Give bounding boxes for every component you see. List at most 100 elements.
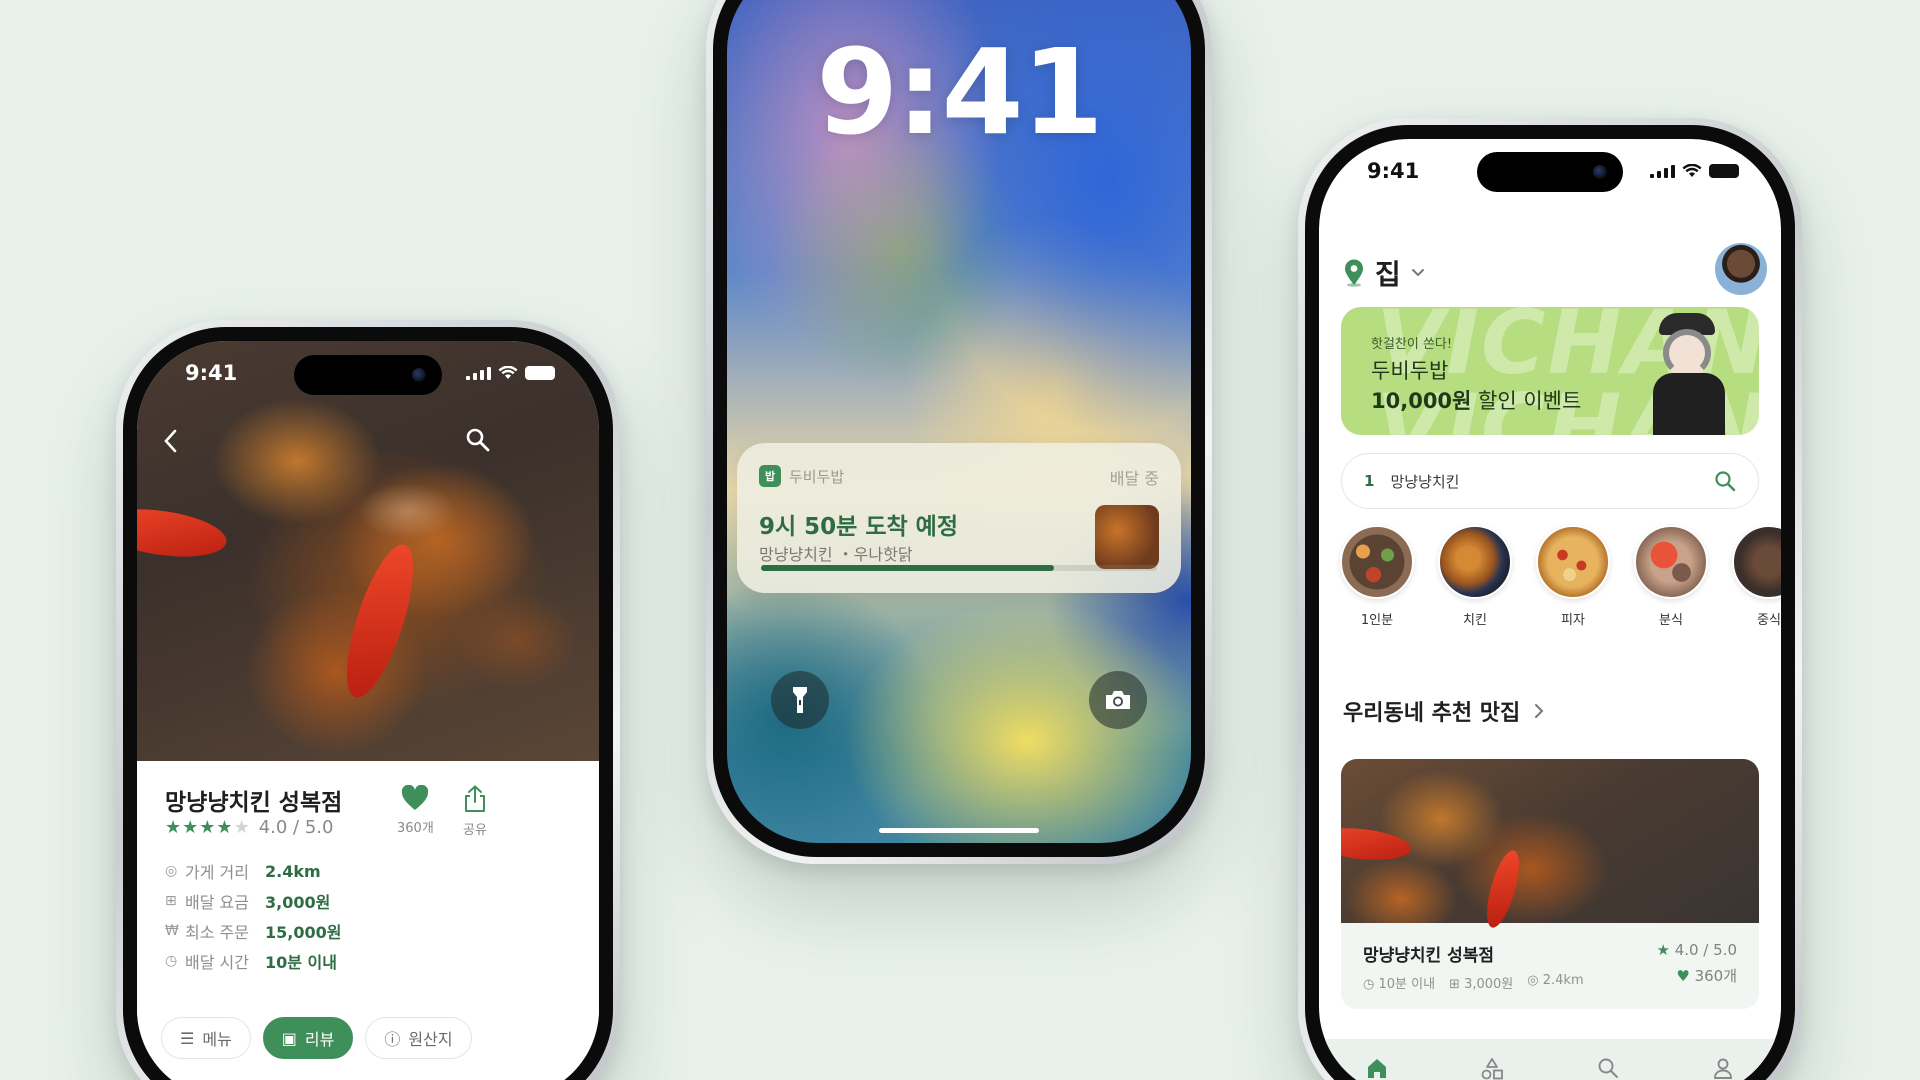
- app-logo-icon: 밥: [759, 465, 781, 487]
- distance-text: 2.4km: [1542, 973, 1584, 988]
- cart-icon: ⊞: [1449, 977, 1465, 992]
- progress-fill: [761, 565, 1055, 571]
- store-rating: ★★★★★ 4.0 / 5.0: [165, 817, 333, 838]
- detail-phone: 9:41 망냥냥치킨 성복점 ★★★★★ 4.0 / 5.0 360개 공유 ◎…: [116, 320, 620, 1080]
- category-label: 1인분: [1360, 613, 1394, 628]
- likes-text: 360개: [1694, 967, 1737, 985]
- delivery-progress-bar: [761, 565, 1157, 571]
- home-phone: 9:41 집 VICHAN VICHAN 핫걸찬이 쏜다! 두비두밥 10,00…: [1298, 118, 1802, 1080]
- restaurant-meta: ◷ 10분 이내 ⊞ 3,000원 ◎ 2.4km: [1363, 973, 1584, 992]
- tab-label: 리뷰: [304, 1030, 335, 1049]
- rating-stars: ★★★★★: [165, 817, 251, 838]
- restaurant-card[interactable]: 망냥냥치킨 성복점 ◷ 10분 이내 ⊞ 3,000원 ◎ 2.4km ★ 4.…: [1341, 759, 1759, 1009]
- chili-pepper-image: [333, 537, 427, 705]
- delivery-fee: ⊞ 3,000원: [1449, 973, 1513, 992]
- tab-origin[interactable]: ⓘ 원산지: [365, 1017, 472, 1059]
- section-title[interactable]: 우리동네 추천 맛집: [1343, 695, 1544, 727]
- lockscreen-phone: 9:41 밥 두비두밥 배달 중 9시 50분 도착 예정 망냥냥치킨 ・우나핫…: [706, 0, 1212, 864]
- category-image: [1634, 525, 1708, 599]
- menu-list-icon: ☰: [180, 1028, 195, 1048]
- dynamic-island: [294, 355, 442, 395]
- review-icon: ▣: [281, 1028, 297, 1048]
- wifi-icon: [1682, 164, 1702, 177]
- tab-label: 원산지: [408, 1030, 453, 1049]
- battery-icon: [1709, 164, 1739, 178]
- search-icon[interactable]: [1714, 470, 1736, 492]
- star-icon: ★: [165, 817, 183, 838]
- cellular-signal-icon: [1650, 164, 1675, 178]
- live-activity-notification[interactable]: 밥 두비두밥 배달 중 9시 50분 도착 예정 망냥냥치킨 ・우나핫닭: [737, 443, 1181, 593]
- info-value: 2.4km: [265, 861, 321, 881]
- info-value: 3,000원: [265, 893, 331, 912]
- store-info-list: ◎ 가게 거리 2.4km ⊞ 배달 요금 3,000원 ₩ 최소 주문 15,…: [165, 861, 342, 973]
- distance-icon: ◎: [1527, 973, 1543, 988]
- search-icon[interactable]: [465, 427, 491, 453]
- tab-search[interactable]: [1588, 1057, 1628, 1080]
- like-button[interactable]: 360개: [397, 785, 434, 836]
- category-pizza[interactable]: 피자: [1535, 525, 1611, 628]
- tab-menu[interactable]: ☰ 메뉴: [161, 1017, 251, 1059]
- restaurant-likes: ♥ 360개: [1676, 965, 1737, 986]
- trending-rank: 1: [1364, 472, 1375, 490]
- status-time: 9:41: [185, 361, 238, 385]
- tab-home[interactable]: [1357, 1057, 1397, 1080]
- tab-profile[interactable]: [1703, 1057, 1743, 1080]
- category-chinese[interactable]: 중식: [1731, 525, 1781, 628]
- heart-icon: ♥: [1676, 967, 1695, 985]
- search-bar[interactable]: 1 망냥냥치킨: [1341, 453, 1759, 509]
- home-screen: 9:41 집 VICHAN VICHAN 핫걸찬이 쏜다! 두비두밥 10,00…: [1319, 139, 1781, 1080]
- category-single[interactable]: 1인분: [1339, 525, 1415, 628]
- info-label: 최소 주문: [185, 923, 249, 942]
- home-indicator[interactable]: [879, 828, 1039, 833]
- lock-screen: 9:41 밥 두비두밥 배달 중 9시 50분 도착 예정 망냥냥치킨 ・우나핫…: [727, 0, 1191, 843]
- star-icon: ★: [233, 817, 251, 838]
- category-chicken[interactable]: 치킨: [1437, 525, 1513, 628]
- info-row-min-order: ₩ 최소 주문 15,000원: [165, 921, 342, 942]
- section-title-text: 우리동네 추천 맛집: [1343, 701, 1521, 726]
- mascot-illustration: [1649, 313, 1729, 435]
- chevron-right-icon: [1535, 704, 1544, 718]
- back-chevron-icon[interactable]: [161, 427, 181, 455]
- bottom-tab-bar: [1319, 1039, 1781, 1080]
- phone-bezel: 9:41: [123, 327, 613, 1080]
- chevron-down-icon: [1411, 269, 1424, 277]
- share-label: 공유: [463, 823, 487, 838]
- avatar[interactable]: [1715, 243, 1767, 295]
- info-value: 15,000원: [265, 923, 342, 942]
- home-icon: [1367, 1059, 1386, 1078]
- food-thumbnail: [1095, 505, 1159, 569]
- category-image: [1536, 525, 1610, 599]
- location-selector[interactable]: 집: [1343, 253, 1425, 293]
- category-label: 분식: [1659, 613, 1683, 628]
- profile-icon: [1714, 1058, 1733, 1079]
- detail-screen: 9:41 망냥냥치킨 성복점 ★★★★★ 4.0 / 5.0 360개 공유 ◎…: [137, 341, 599, 1080]
- min-order-icon: ₩: [165, 923, 179, 939]
- info-row-delivery-fee: ⊞ 배달 요금 3,000원: [165, 891, 341, 912]
- category-label: 피자: [1561, 613, 1585, 628]
- clock-icon: ◷: [1363, 977, 1379, 992]
- distance-icon: ◎: [165, 863, 178, 879]
- star-icon: ★: [216, 817, 234, 838]
- delivery-status: 배달 중: [1109, 469, 1159, 488]
- lock-clock: 9:41: [816, 23, 1104, 161]
- category-icon: [1481, 1058, 1504, 1080]
- share-button[interactable]: 공유: [463, 785, 487, 838]
- category-image: [1340, 525, 1414, 599]
- star-icon: ★: [199, 817, 217, 838]
- phone-bezel: 9:41 밥 두비두밥 배달 중 9시 50분 도착 예정 망냥냥치킨 ・우나핫…: [713, 0, 1205, 857]
- tab-category[interactable]: [1472, 1057, 1512, 1080]
- camera-button[interactable]: [1089, 671, 1147, 729]
- dynamic-island: [1477, 152, 1623, 192]
- restaurant-name: 망냥냥치킨 성복점: [1363, 946, 1495, 966]
- flashlight-button[interactable]: [771, 671, 829, 729]
- category-image: [1732, 525, 1781, 599]
- store-info-sheet: 망냥냥치킨 성복점 ★★★★★ 4.0 / 5.0 360개 공유 ◎ 가게 거…: [137, 761, 599, 1080]
- promo-banner[interactable]: VICHAN VICHAN 핫걸찬이 쏜다! 두비두밥 10,000원 할인 이…: [1341, 307, 1759, 435]
- store-hero-image: [137, 341, 599, 761]
- eta-title: 9시 50분 도착 예정: [759, 514, 958, 540]
- info-icon: ⓘ: [384, 1030, 401, 1049]
- location-name: 집: [1375, 258, 1401, 291]
- battery-icon: [525, 366, 555, 380]
- category-snack[interactable]: 분식: [1633, 525, 1709, 628]
- tab-review[interactable]: ▣ 리뷰: [262, 1017, 354, 1059]
